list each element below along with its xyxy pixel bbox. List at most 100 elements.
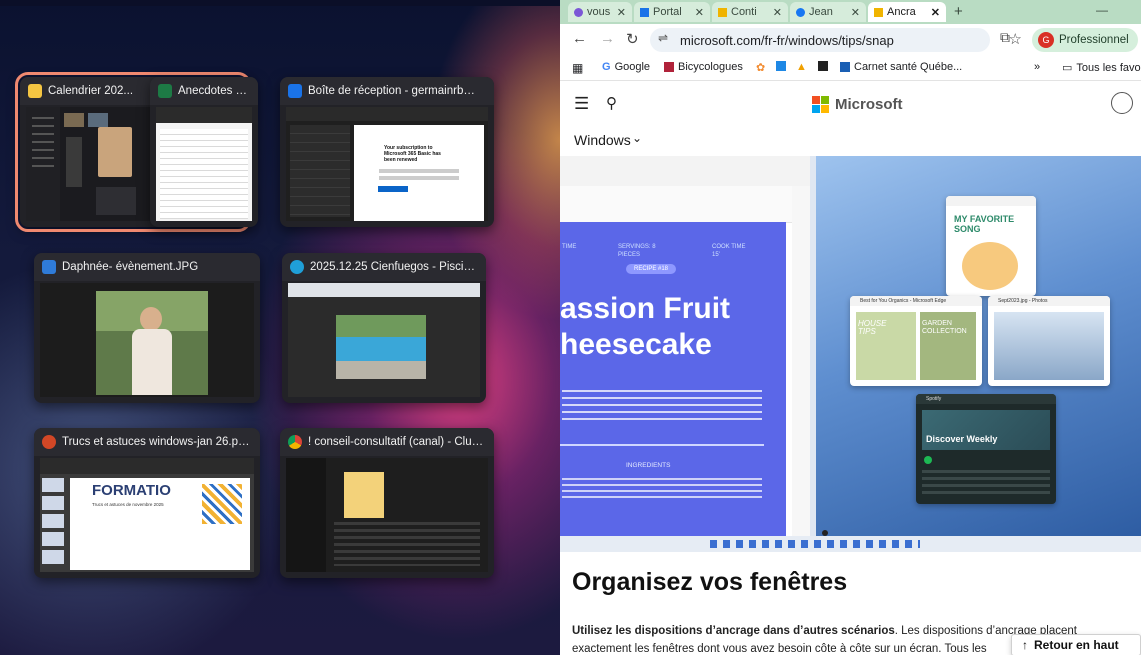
google-icon: G: [602, 61, 611, 73]
close-icon[interactable]: ✕: [617, 6, 626, 19]
bookmark-bicycologues[interactable]: Bicycologues: [664, 61, 743, 73]
bookmark-star-icon[interactable]: ☆: [1009, 30, 1022, 48]
browser-tab[interactable]: Jean ✕: [790, 2, 866, 22]
back-to-top-label: Retour en haut: [1034, 638, 1119, 652]
browser-tab[interactable]: vous ✕: [568, 2, 632, 22]
all-bookmarks-button[interactable]: ▭ Tous les favo: [1062, 61, 1141, 75]
reload-icon[interactable]: ↻: [626, 30, 639, 48]
folder-icon: [28, 84, 42, 98]
slide-subtitle: Trucs et astuces de novembre 2025: [92, 502, 164, 507]
address-bar[interactable]: ⇌ microsoft.com/fr-fr/windows/tips/snap …: [650, 28, 1022, 52]
article-title: Organisez vos fenêtres: [572, 568, 848, 596]
bookmark-icon-only[interactable]: ✿: [756, 61, 765, 74]
edge-icon: [290, 260, 304, 274]
photos-window-title: Sept2023.jpg - Photos: [988, 296, 1110, 306]
demo-window-kids: MY FAVORITE SONG: [946, 196, 1036, 296]
site-favicon-icon: [574, 7, 583, 17]
forward-icon[interactable]: →: [600, 30, 615, 47]
nav-label: Windows: [574, 132, 631, 148]
avatar: G: [1038, 32, 1054, 48]
demo-desktop: MY FAVORITE SONG Best for You Organics -…: [816, 156, 1141, 536]
window-title: Trucs et astuces windows-jan 26.pptx - P…: [62, 436, 252, 448]
site-favicon-icon: [874, 7, 883, 17]
servings-label: SERVINGS: 8: [618, 244, 656, 250]
browser-window: vous ✕ Portal ✕ Conti ✕ Jean ✕ Ancra ✕ +…: [560, 0, 1141, 655]
bookmark-label: Bicycologues: [678, 61, 743, 73]
snap-window-chrome-club[interactable]: ! conseil-consultatif (canal) - Club Inf…: [280, 428, 494, 578]
bookmark-icon-only[interactable]: [818, 61, 828, 71]
outlook-icon: [288, 84, 302, 98]
menu-icon[interactable]: ☰: [574, 94, 589, 114]
powerpoint-icon: [42, 435, 56, 449]
window-thumbnail: [286, 458, 488, 572]
demo-window-edge: Best for You Organics - Microsoft Edge H…: [850, 296, 982, 386]
window-thumbnail: FORMATIO Trucs et astuces de novembre 20…: [40, 458, 254, 572]
snap-window-edge-piscine[interactable]: 2025.12.25 Cienfuegos - Piscine IMG_...: [282, 253, 486, 403]
tab-label: Portal: [653, 6, 682, 18]
browser-tab-active[interactable]: Ancra ✕: [868, 2, 946, 22]
site-header: ☰ ⚲ Microsoft: [560, 82, 1141, 126]
microsoft-logo-icon: [812, 96, 829, 113]
search-icon[interactable]: ⚲: [606, 94, 617, 112]
garden-collection-text: GARDEN COLLECTION: [922, 320, 967, 335]
snap-window-anecdotes[interactable]: Anecdotes 202...: [150, 77, 258, 227]
window-title: Boîte de réception - germainrb@hotmail..…: [308, 85, 486, 97]
snap-window-outlook[interactable]: Boîte de réception - germainrb@hotmail..…: [280, 77, 494, 227]
window-title: Anecdotes 202...: [178, 85, 250, 97]
email-preview-subject: Your subscription to Microsoft 365 Basic…: [384, 145, 441, 163]
bookmark-label: Carnet santé Québe...: [854, 61, 963, 73]
recipe-badge: RECIPE #18: [626, 264, 677, 274]
bookmark-carnet-sante[interactable]: Carnet santé Québe...: [840, 61, 962, 73]
window-thumbnail: [288, 283, 480, 397]
demo-window-spotify: Spotify Discover Weekly: [916, 394, 1056, 504]
bookmark-icon-only[interactable]: [776, 61, 786, 71]
close-icon[interactable]: ✕: [695, 6, 704, 19]
tab-strip: vous ✕ Portal ✕ Conti ✕ Jean ✕ Ancra ✕ +…: [560, 0, 1141, 24]
apps-grid-icon[interactable]: ▦: [572, 61, 583, 75]
brand-name: Microsoft: [835, 96, 903, 113]
photos-icon: [42, 260, 56, 274]
window-thumbnail: [40, 283, 254, 397]
profile-button[interactable]: G Professionnel: [1032, 28, 1138, 52]
chrome-icon: [288, 435, 302, 449]
kids-song-title: MY FAVORITE SONG: [954, 214, 1015, 234]
paragraph-bold-text: Utilisez les dispositions d’ancrage dans…: [572, 625, 895, 637]
tab-label: Jean: [809, 6, 833, 18]
more-bookmarks-button[interactable]: »: [1034, 61, 1040, 73]
close-icon[interactable]: ✕: [773, 6, 782, 19]
bookmarks-bar: ▦ G Google Bicycologues ✿ ▲ Carnet santé…: [560, 56, 1141, 81]
demo-recipe-window: TIME SERVINGS: 8 PIECES COOK TIME 15' RE…: [560, 156, 810, 552]
window-thumbnail: [156, 107, 252, 221]
microsoft-logo[interactable]: Microsoft: [812, 96, 903, 113]
folder-icon: ▭: [1062, 62, 1073, 74]
back-icon[interactable]: ←: [572, 30, 587, 47]
snap-window-powerpoint[interactable]: Trucs et astuces windows-jan 26.pptx - P…: [34, 428, 260, 578]
window-title: Daphnée- évènement.JPG: [62, 261, 199, 273]
close-icon[interactable]: ✕: [931, 6, 940, 19]
browser-tab[interactable]: Portal ✕: [634, 2, 710, 22]
account-icon[interactable]: [1111, 92, 1133, 114]
recipe-page: TIME SERVINGS: 8 PIECES COOK TIME 15' RE…: [560, 222, 786, 552]
recipe-title-line1: assion Fruit: [560, 292, 731, 325]
back-to-top-button[interactable]: ↑ Retour en haut: [1011, 634, 1141, 655]
minimize-button[interactable]: —: [1096, 3, 1108, 17]
browser-tab[interactable]: Conti ✕: [712, 2, 788, 22]
bookmark-google[interactable]: G Google: [602, 61, 650, 73]
facebook-icon: [796, 7, 805, 17]
browser-toolbar: ← → ↻ ⇌ microsoft.com/fr-fr/windows/tips…: [560, 24, 1141, 56]
snap-window-photo-daphnee[interactable]: Daphnée- évènement.JPG: [34, 253, 260, 403]
cook-time-value: 15': [712, 252, 720, 258]
cook-time-label: COOK TIME: [712, 244, 746, 250]
extensions-icon[interactable]: ⧉: [1000, 29, 1010, 46]
new-tab-button[interactable]: +: [954, 3, 963, 20]
windows-nav[interactable]: Windows ⌄: [560, 128, 1141, 156]
tab-label: vous: [587, 6, 611, 18]
time-label: TIME: [562, 244, 577, 250]
recipe-title-line2: heesecake: [560, 328, 712, 361]
close-icon[interactable]: ✕: [851, 6, 860, 19]
tab-label: Conti: [731, 6, 757, 18]
site-info-icon[interactable]: ⇌: [658, 31, 668, 45]
window-title: ! conseil-consultatif (canal) - Club Inf…: [308, 436, 486, 448]
health-icon: [840, 62, 850, 72]
bookmark-icon-only[interactable]: ▲: [796, 61, 807, 73]
